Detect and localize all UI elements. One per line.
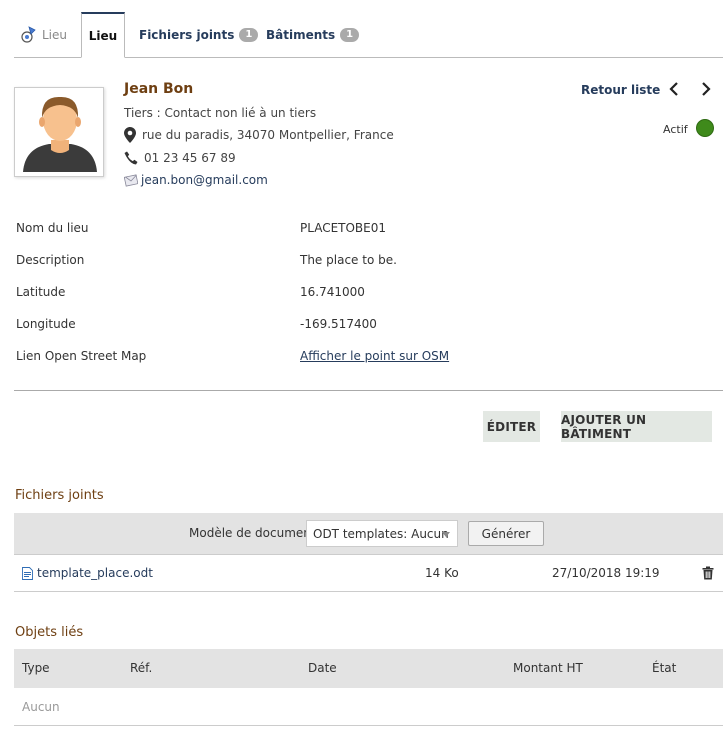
attachments-section-title: Fichiers joints: [15, 488, 104, 503]
field-value-name: PLACETOBE01: [300, 221, 387, 235]
status-indicator-icon: [696, 119, 714, 137]
column-header-status: État: [652, 661, 677, 675]
column-header-date: Date: [308, 661, 337, 675]
tab-files-label: Fichiers joints: [139, 28, 235, 42]
contact-phone: 01 23 45 67 89: [144, 151, 236, 165]
files-count-badge: 1: [239, 28, 259, 42]
contact-tiers: Tiers : Contact non lié à un tiers: [124, 106, 317, 120]
table-row: Aucun: [14, 688, 723, 726]
add-building-button[interactable]: AJOUTER UN BÂTIMENT: [561, 411, 712, 442]
linked-objects-section-title: Objets liés: [15, 625, 84, 640]
place-icon: [21, 26, 36, 43]
email-row: jean.bon@gmail.com: [124, 173, 268, 187]
avatar: [14, 87, 104, 177]
field-label-longitude: Longitude: [16, 317, 76, 331]
buildings-count-badge: 1: [340, 28, 360, 42]
tab-buildings-label: Bâtiments: [266, 28, 336, 42]
column-header-type: Type: [22, 661, 50, 675]
chevron-right-icon[interactable]: [700, 82, 712, 96]
field-label-latitude: Latitude: [16, 285, 66, 299]
tab-place[interactable]: Lieu: [81, 12, 125, 58]
field-label-description: Description: [16, 253, 85, 267]
contact-address: rue du paradis, 34070 Montpellier, Franc…: [142, 128, 394, 142]
tab-home[interactable]: Lieu: [14, 12, 80, 58]
edit-button[interactable]: ÉDITER: [483, 411, 540, 442]
file-date: 27/10/2018 19:19: [552, 566, 660, 580]
field-label-name: Nom du lieu: [16, 221, 89, 235]
tab-bar: Lieu Lieu Fichiers joints 1 Bâtiments 1: [14, 12, 723, 58]
field-value-latitude: 16.741000: [300, 285, 365, 299]
contact-email-link[interactable]: jean.bon@gmail.com: [141, 173, 268, 187]
tab-home-label: Lieu: [42, 28, 68, 42]
template-label: Modèle de document: [189, 526, 316, 540]
chevron-down-icon: [442, 532, 450, 537]
template-select[interactable]: ODT templates: Aucun: [306, 520, 458, 547]
person-avatar-icon: [23, 96, 97, 172]
phone-icon: [124, 151, 138, 165]
linked-objects-table-header: Type Réf. Date Montant HT État: [14, 649, 723, 688]
odt-file-icon: [22, 566, 33, 580]
file-link[interactable]: template_place.odt: [22, 566, 153, 580]
field-label-osm: Lien Open Street Map: [16, 349, 147, 363]
template-select-value: ODT templates: Aucun: [313, 527, 449, 541]
field-value-longitude: -169.517400: [300, 317, 377, 331]
generate-button[interactable]: Générer: [468, 521, 544, 546]
status-label: Actif: [663, 123, 688, 136]
map-marker-icon: [124, 127, 136, 143]
contact-name: Jean Bon: [124, 81, 194, 97]
tab-place-label: Lieu: [88, 28, 118, 43]
empty-state-text: Aucun: [22, 700, 60, 714]
tab-buildings[interactable]: Bâtiments 1: [266, 12, 360, 58]
address-row: rue du paradis, 34070 Montpellier, Franc…: [124, 127, 394, 143]
file-size: 14 Ko: [425, 566, 459, 580]
divider: [14, 390, 723, 391]
column-header-amount: Montant HT: [513, 661, 583, 675]
file-name: template_place.odt: [37, 566, 153, 580]
email-icon: [124, 174, 138, 187]
chevron-left-icon[interactable]: [668, 82, 680, 96]
phone-row: 01 23 45 67 89: [124, 151, 236, 165]
file-row: template_place.odt 14 Ko 27/10/2018 19:1…: [14, 556, 723, 592]
trash-icon[interactable]: [702, 566, 714, 580]
field-value-description: The place to be.: [300, 253, 397, 267]
document-generation-bar: Modèle de document ODT templates: Aucun …: [14, 513, 723, 555]
column-header-ref: Réf.: [130, 661, 153, 675]
tab-attached-files[interactable]: Fichiers joints 1: [139, 12, 259, 58]
osm-link[interactable]: Afficher le point sur OSM: [300, 349, 449, 363]
back-to-list-link[interactable]: Retour liste: [581, 83, 660, 97]
